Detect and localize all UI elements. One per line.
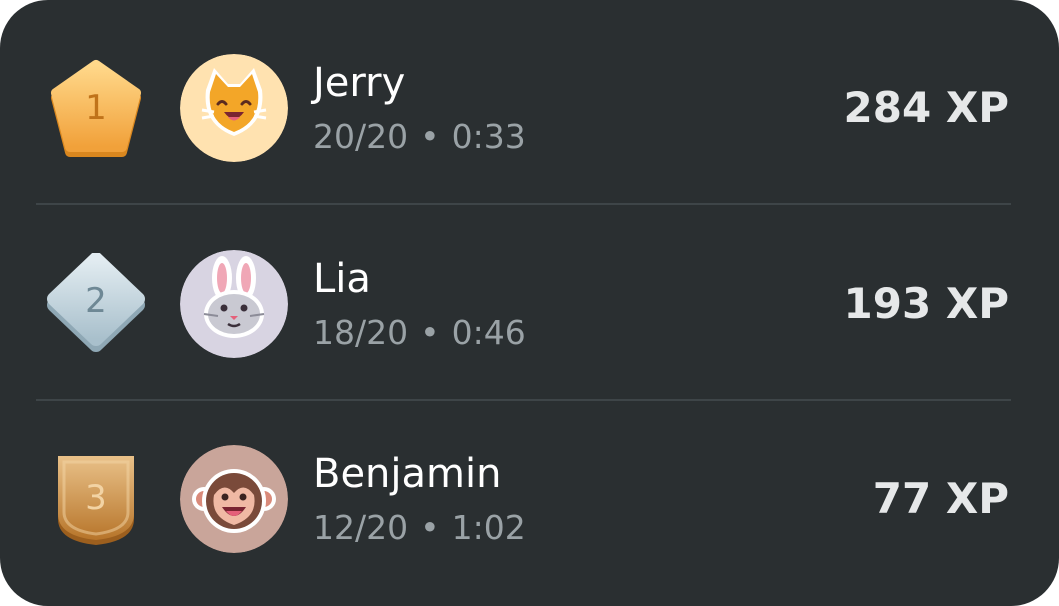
bronze-shield-badge-icon: 3 (46, 448, 146, 548)
score-text: 12/20 (313, 508, 409, 547)
time-text: 0:33 (451, 117, 526, 156)
avatar (180, 445, 288, 553)
gold-pentagon-badge-icon: 1 (46, 57, 146, 157)
leaderboard-row[interactable]: 3 Benjamin 12/20 • 1:02 77 XP (0, 398, 1059, 594)
leaderboard-card: 1 Jerry 20/20 • 0:33 284 XP 2 Lia 18/20 … (0, 0, 1059, 606)
rabbit-face-icon (180, 250, 288, 358)
rank-number: 3 (85, 478, 107, 518)
time-text: 0:46 (451, 313, 526, 352)
player-name: Jerry (313, 60, 406, 106)
xp-value: 77 XP (872, 474, 1009, 523)
score-text: 20/20 (313, 117, 409, 156)
player-stats: 12/20 • 1:02 (313, 508, 526, 548)
player-name: Lia (313, 256, 371, 302)
score-text: 18/20 (313, 313, 409, 352)
cat-face-icon (180, 54, 288, 162)
silver-diamond-badge-icon: 2 (46, 253, 146, 353)
leaderboard-row[interactable]: 1 Jerry 20/20 • 0:33 284 XP (0, 7, 1059, 203)
leaderboard-row[interactable]: 2 Lia 18/20 • 0:46 193 XP (0, 203, 1059, 399)
separator-dot: • (420, 117, 440, 156)
avatar (180, 250, 288, 358)
monkey-face-icon (180, 445, 288, 553)
player-stats: 20/20 • 0:33 (313, 117, 526, 157)
rank-number: 1 (85, 88, 107, 128)
separator-dot: • (420, 313, 440, 352)
player-stats: 18/20 • 0:46 (313, 313, 526, 353)
rank-number: 2 (85, 281, 107, 321)
separator-dot: • (420, 508, 440, 547)
xp-value: 193 XP (843, 279, 1009, 328)
avatar (180, 54, 288, 162)
time-text: 1:02 (451, 508, 526, 547)
player-name: Benjamin (313, 451, 502, 497)
xp-value: 284 XP (843, 83, 1009, 132)
